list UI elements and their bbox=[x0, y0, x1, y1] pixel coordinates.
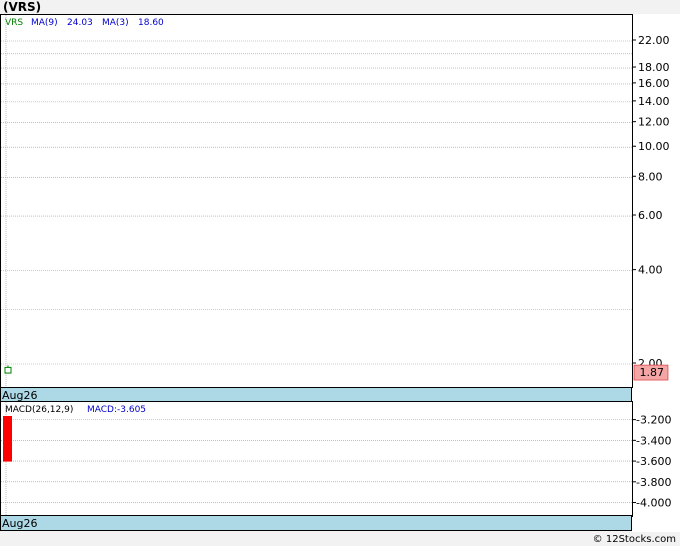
price-tick-label: 14.00 bbox=[638, 95, 670, 108]
legend-ma3-label: MA(3) bbox=[102, 18, 129, 28]
macd-tick-label: -4.000 bbox=[636, 497, 671, 510]
legend-ma3-value: 18.60 bbox=[138, 18, 164, 28]
price-tick-label: 12.00 bbox=[638, 116, 670, 129]
copyright: © 12Stocks.com bbox=[592, 534, 676, 545]
macd-panel: MACD(26,12,9) MACD:-3.605 bbox=[0, 401, 633, 517]
price-chart: VRS MA(9) 24.03 MA(3) 18.60 bbox=[1, 15, 632, 387]
macd-tick-label: -3.600 bbox=[636, 455, 671, 468]
legend-ticker: VRS bbox=[5, 18, 23, 28]
chart-title: (VRS) bbox=[3, 0, 42, 14]
price-y-axis: 22.00 18.00 16.00 14.00 12.00 10.00 8.00 6.00 4.… bbox=[632, 34, 670, 381]
date-label-bottom: Aug26 bbox=[2, 517, 38, 530]
macd-legend-value: MACD:-3.605 bbox=[87, 405, 146, 415]
price-tick-label: 4.00 bbox=[638, 264, 663, 277]
price-tick-label: 18.00 bbox=[638, 61, 670, 74]
macd-legend-label: MACD(26,12,9) bbox=[5, 405, 73, 415]
price-tick-label: 6.00 bbox=[638, 209, 663, 222]
price-tick-label: 22.00 bbox=[638, 34, 670, 47]
macd-date-bar: Aug26 bbox=[0, 515, 632, 531]
price-panel: VRS MA(9) 24.03 MA(3) 18.60 bbox=[0, 14, 633, 388]
candle-body bbox=[4, 366, 12, 374]
macd-tick-label: -3.400 bbox=[636, 434, 671, 447]
price-tick-label: 16.00 bbox=[638, 77, 670, 90]
price-tick-label: 10.00 bbox=[638, 140, 670, 153]
macd-tick-label: -3.200 bbox=[636, 414, 671, 427]
legend-ma9-label: MA(9) bbox=[31, 18, 58, 28]
price-tick-label: 8.00 bbox=[638, 170, 663, 183]
macd-chart: MACD(26,12,9) MACD:-3.605 bbox=[1, 402, 632, 516]
macd-tick-label: -3.800 bbox=[636, 476, 671, 489]
last-price-value: 1.87 bbox=[640, 366, 665, 379]
legend-ma9-value: 24.03 bbox=[67, 18, 93, 28]
macd-y-axis: -3.200 -3.400 -3.600 -3.800 -4.000 bbox=[632, 414, 671, 510]
macd-bar bbox=[3, 416, 12, 462]
